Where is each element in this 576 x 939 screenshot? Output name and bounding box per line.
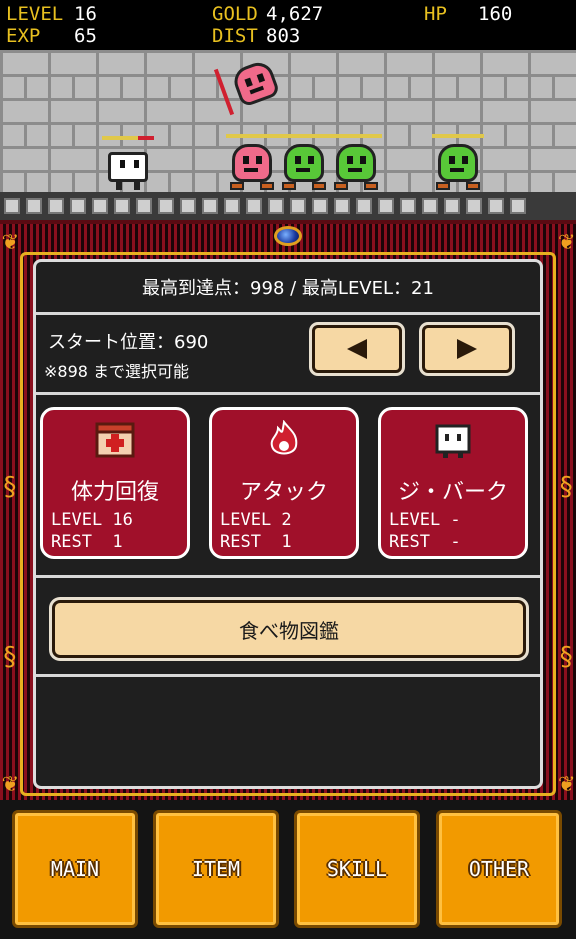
green-monster — [332, 140, 380, 190]
prev-start-button[interactable] — [312, 325, 402, 373]
skill-card-rest: REST 1 — [51, 532, 123, 552]
dist-label: DIST — [212, 25, 258, 47]
gold-label: GOLD — [212, 3, 258, 25]
food-encyclopedia-button[interactable]: 食べ物図鑑 — [52, 600, 526, 658]
pink-monster — [228, 140, 276, 190]
divider — [36, 392, 540, 395]
enemy-group-hp-bar — [226, 134, 382, 138]
nav-other-button[interactable]: OTHER — [436, 810, 562, 928]
gem-ornament — [274, 226, 302, 246]
ornament-icon: § — [558, 472, 574, 502]
skill-card-level: LEVEL - — [389, 510, 461, 530]
best-record: 最高到達点：998 / 最高LEVEL：21 — [142, 278, 434, 299]
pink-monster-flying — [225, 53, 287, 116]
skill-card-jibark[interactable]: ジ・バーク LEVEL - REST - — [378, 407, 528, 559]
skill-card-title: アタック — [239, 480, 328, 505]
bottom-nav: MAIN ITEM SKILL OTHER — [0, 800, 576, 939]
nav-item-button[interactable]: ITEM — [153, 810, 279, 928]
white-creature-icon — [435, 424, 471, 458]
start-position: スタート位置：690 — [48, 332, 209, 353]
divider — [36, 312, 540, 315]
gold-value: 4,627 — [266, 3, 324, 25]
hero-hp-bar — [102, 136, 138, 140]
green-monster — [434, 140, 482, 190]
fire-icon — [270, 420, 298, 455]
start-note: ※898 まで選択可能 — [44, 362, 190, 381]
hero-character — [106, 148, 152, 190]
status-hud: LEVEL 16 EXP 65 GOLD 4,627 DIST 803 HP 1… — [0, 0, 576, 50]
next-start-button[interactable] — [422, 325, 512, 373]
nav-skill-button[interactable]: SKILL — [294, 810, 420, 928]
skill-card-level: LEVEL 16 — [51, 510, 133, 530]
exp-label: EXP — [6, 25, 41, 47]
level-value: 16 — [74, 3, 97, 25]
enemy-hp-bar — [432, 134, 484, 138]
skill-card-title: 体力回復 — [70, 480, 159, 505]
hero-hp-bar-lost — [138, 136, 154, 140]
hp-value: 160 — [478, 3, 513, 25]
divider — [36, 674, 540, 677]
level-label: LEVEL — [6, 3, 64, 25]
ornament-icon: ❦ — [558, 226, 574, 256]
skill-card-heal[interactable]: 体力回復 LEVEL 16 REST 1 — [40, 407, 190, 559]
green-monster — [280, 140, 328, 190]
start-panel: 最高到達点：998 / 最高LEVEL：21 スタート位置：690 ※898 ま… — [33, 259, 543, 789]
dist-value: 803 — [266, 25, 301, 47]
ornament-icon: ❦ — [2, 226, 18, 256]
ornate-frame: ❦ ❦ ❦ ❦ § § § § 最高到達点：998 / 最高LEVEL：21 ス… — [0, 220, 576, 800]
floor-tiles — [0, 192, 576, 220]
ornament-icon: ❦ — [2, 768, 18, 798]
ornament-icon: § — [2, 642, 18, 672]
skill-card-title: ジ・バーク — [397, 480, 508, 505]
nav-main-button[interactable]: MAIN — [12, 810, 138, 928]
ornament-icon: § — [2, 472, 18, 502]
skill-card-rest: REST 1 — [220, 532, 292, 552]
game-field — [0, 50, 576, 220]
ornament-icon: ❦ — [558, 768, 574, 798]
arrow-right-icon — [457, 339, 477, 359]
arrow-left-icon — [347, 339, 367, 359]
skill-card-level: LEVEL 2 — [220, 510, 292, 530]
medical-box-icon — [95, 422, 135, 458]
divider — [36, 575, 540, 578]
skill-card-rest: REST - — [389, 532, 461, 552]
ornament-icon: § — [558, 642, 574, 672]
hp-label: HP — [424, 3, 447, 25]
exp-value: 65 — [74, 25, 97, 47]
skill-card-attack[interactable]: アタック LEVEL 2 REST 1 — [209, 407, 359, 559]
